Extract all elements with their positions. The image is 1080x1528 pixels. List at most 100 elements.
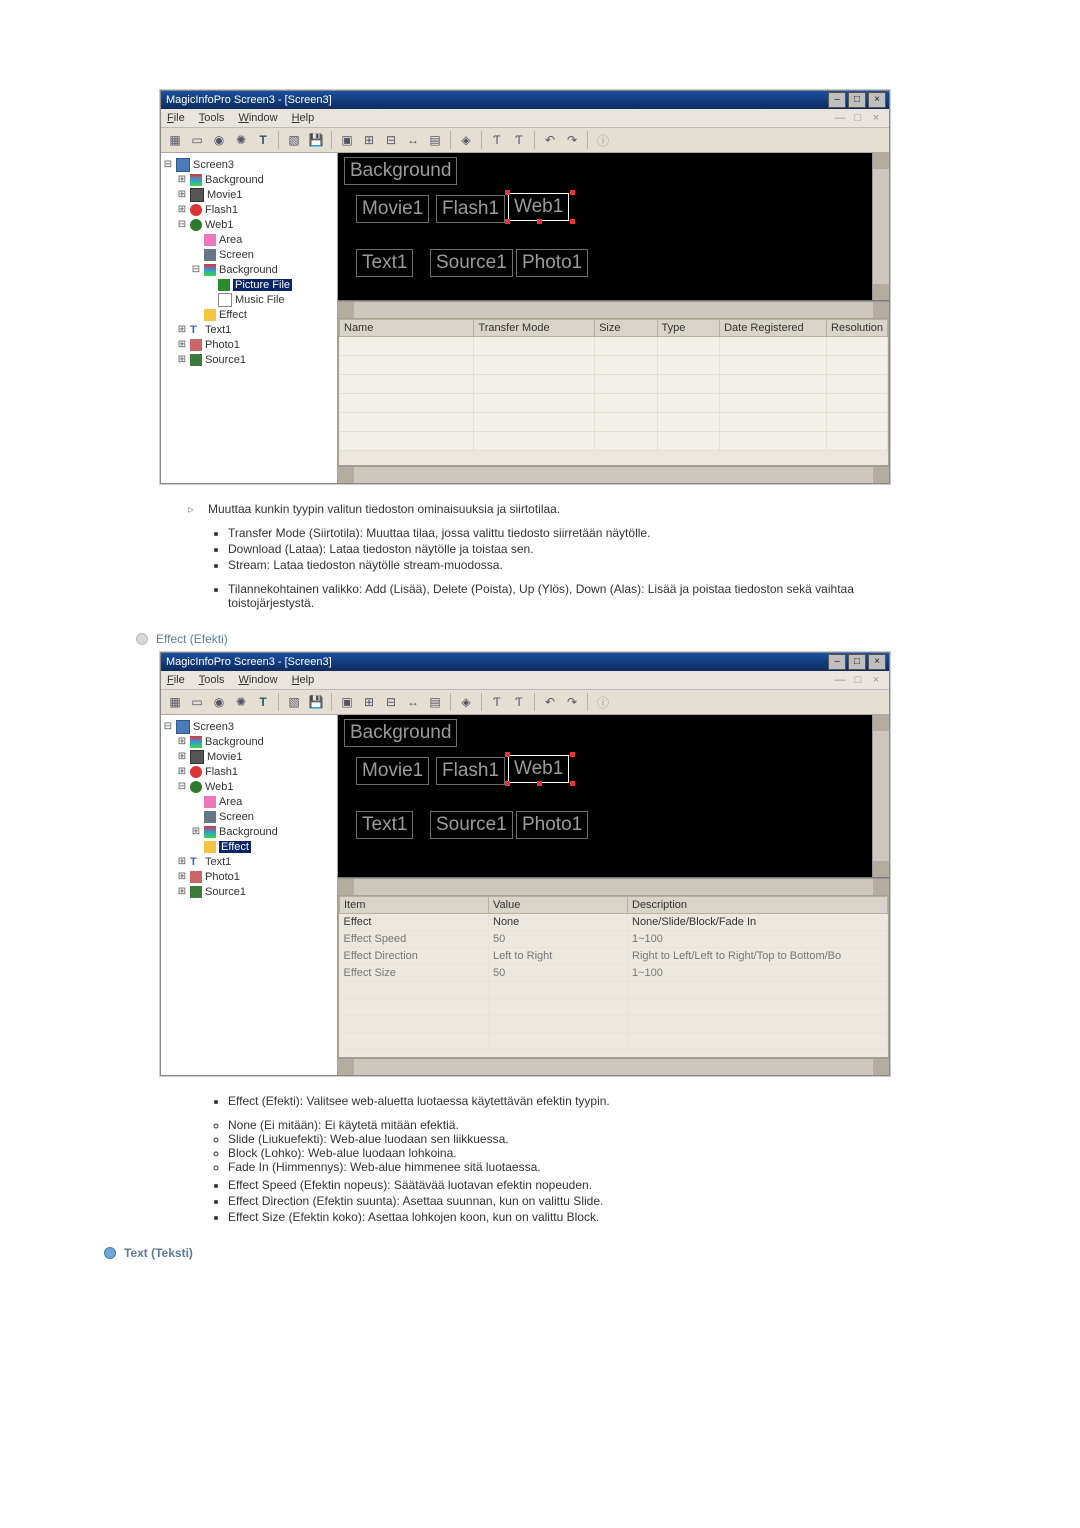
tree-node-selected[interactable]: Picture File (163, 277, 335, 292)
mdi-close-button[interactable]: × (869, 674, 883, 686)
tree-node[interactable]: ⊞Background (163, 734, 335, 749)
menu-window[interactable]: Window (238, 112, 277, 124)
col-type[interactable]: Type (657, 319, 720, 336)
horizontal-scrollbar[interactable] (338, 1058, 889, 1075)
close-button[interactable]: × (868, 92, 886, 108)
canvas-item[interactable]: Photo1 (516, 249, 588, 277)
maximize-button[interactable]: □ (848, 654, 866, 670)
tool-icon[interactable]: ⊟ (381, 130, 401, 150)
canvas-item[interactable]: Movie1 (356, 757, 429, 785)
save-icon[interactable]: 💾 (306, 692, 326, 712)
vertical-scrollbar[interactable] (872, 715, 889, 877)
tool-icon[interactable]: ↔ (403, 692, 423, 712)
tool-icon[interactable]: ▣ (337, 130, 357, 150)
tool-icon[interactable]: ▣ (337, 692, 357, 712)
tree-node[interactable]: ⊞Movie1 (163, 187, 335, 202)
tree-node[interactable]: ⊟Web1 (163, 217, 335, 232)
tool-icon[interactable]: ↔ (403, 130, 423, 150)
tool-icon[interactable]: ✺ (231, 130, 251, 150)
tree-node[interactable]: Music File (163, 292, 335, 307)
tool-icon[interactable]: ◈ (456, 692, 476, 712)
info-icon[interactable]: ⓘ (593, 130, 613, 150)
tree-node[interactable]: ⊟Screen3 (163, 719, 335, 734)
save-icon[interactable]: 💾 (306, 130, 326, 150)
tool-icon[interactable]: ▤ (425, 130, 445, 150)
undo-icon[interactable]: ↶ (540, 130, 560, 150)
canvas-item[interactable]: Source1 (430, 811, 513, 839)
table-row[interactable]: Effect None None/Slide/Block/Fade In (340, 913, 888, 930)
mdi-maximize-button[interactable]: □ (851, 674, 865, 686)
tree-node[interactable]: ⊞Flash1 (163, 202, 335, 217)
tree-node[interactable]: ⊞TText1 (163, 322, 335, 337)
tree-node[interactable]: ⊞Flash1 (163, 764, 335, 779)
col-date-registered[interactable]: Date Registered (720, 319, 827, 336)
horizontal-scrollbar[interactable] (338, 878, 889, 895)
tool-icon[interactable]: Ƭ (509, 692, 529, 712)
canvas-item[interactable]: Flash1 (436, 757, 505, 785)
tool-icon[interactable]: ▦ (165, 130, 185, 150)
tool-icon[interactable]: ⊞ (359, 692, 379, 712)
mdi-maximize-button[interactable]: □ (851, 112, 865, 124)
tool-icon[interactable]: ◉ (209, 692, 229, 712)
canvas-item[interactable]: Text1 (356, 811, 413, 839)
tree-node[interactable]: ⊞Background (163, 172, 335, 187)
canvas-item-background[interactable]: Background (344, 157, 457, 185)
redo-icon[interactable]: ↷ (562, 130, 582, 150)
menu-help[interactable]: Help (292, 112, 315, 124)
close-button[interactable]: × (868, 654, 886, 670)
col-name[interactable]: Name (340, 319, 474, 336)
canvas-pane[interactable]: Background Movie1 Flash1 Web1 Text1 Sour… (338, 715, 889, 878)
tool-icon[interactable]: ⊟ (381, 692, 401, 712)
tool-icon[interactable]: ▭ (187, 692, 207, 712)
info-icon[interactable]: ⓘ (593, 692, 613, 712)
tree-node[interactable]: ⊞Photo1 (163, 337, 335, 352)
canvas-item[interactable]: Text1 (356, 249, 413, 277)
tool-icon[interactable]: ▦ (165, 692, 185, 712)
tree-node[interactable]: ⊟Web1 (163, 779, 335, 794)
table-row[interactable]: Effect Speed501~100 (340, 930, 888, 947)
tool-icon[interactable]: ◈ (456, 130, 476, 150)
col-size[interactable]: Size (595, 319, 657, 336)
minimize-button[interactable]: – (828, 92, 846, 108)
tool-icon[interactable]: Ƭ (487, 692, 507, 712)
menu-tools[interactable]: Tools (199, 674, 225, 686)
tree-node[interactable]: ⊞Movie1 (163, 749, 335, 764)
col-item[interactable]: Item (340, 896, 489, 913)
text-tool-icon[interactable]: T (253, 692, 273, 712)
col-description[interactable]: Description (628, 896, 888, 913)
menu-tools[interactable]: Tools (199, 112, 225, 124)
canvas-item-background[interactable]: Background (344, 719, 457, 747)
canvas-item-selected[interactable]: Web1 (508, 193, 569, 221)
canvas-item[interactable]: Flash1 (436, 195, 505, 223)
menu-file[interactable]: File (167, 674, 185, 686)
mdi-minimize-button[interactable]: — (833, 674, 847, 686)
tool-icon[interactable]: ▭ (187, 130, 207, 150)
maximize-button[interactable]: □ (848, 92, 866, 108)
text-tool-icon[interactable]: T (253, 130, 273, 150)
tree-node[interactable]: Screen (163, 247, 335, 262)
tree-node[interactable]: ⊟Screen3 (163, 157, 335, 172)
menu-file[interactable]: File (167, 112, 185, 124)
tree-node-selected[interactable]: Effect (163, 839, 335, 854)
col-transfer-mode[interactable]: Transfer Mode (474, 319, 595, 336)
tree-node[interactable]: ⊞TText1 (163, 854, 335, 869)
tool-icon[interactable]: Ƭ (509, 130, 529, 150)
table-row[interactable]: Effect DirectionLeft to RightRight to Le… (340, 947, 888, 964)
tree-node[interactable]: ⊞Photo1 (163, 869, 335, 884)
vertical-scrollbar[interactable] (872, 153, 889, 300)
tree-node[interactable]: ⊟Background (163, 262, 335, 277)
redo-icon[interactable]: ↷ (562, 692, 582, 712)
tool-icon[interactable]: ▧ (284, 130, 304, 150)
tree-node[interactable]: ⊞Background (163, 824, 335, 839)
tree-node[interactable]: ⊞Source1 (163, 352, 335, 367)
tree-node[interactable]: Area (163, 232, 335, 247)
canvas-item[interactable]: Source1 (430, 249, 513, 277)
horizontal-scrollbar[interactable] (338, 301, 889, 318)
horizontal-scrollbar[interactable] (338, 466, 889, 483)
canvas-item-selected[interactable]: Web1 (508, 755, 569, 783)
table-row[interactable]: Effect Size501~100 (340, 964, 888, 981)
tree-node[interactable]: ⊞Source1 (163, 884, 335, 899)
minimize-button[interactable]: – (828, 654, 846, 670)
mdi-minimize-button[interactable]: — (833, 112, 847, 124)
menu-window[interactable]: Window (238, 674, 277, 686)
